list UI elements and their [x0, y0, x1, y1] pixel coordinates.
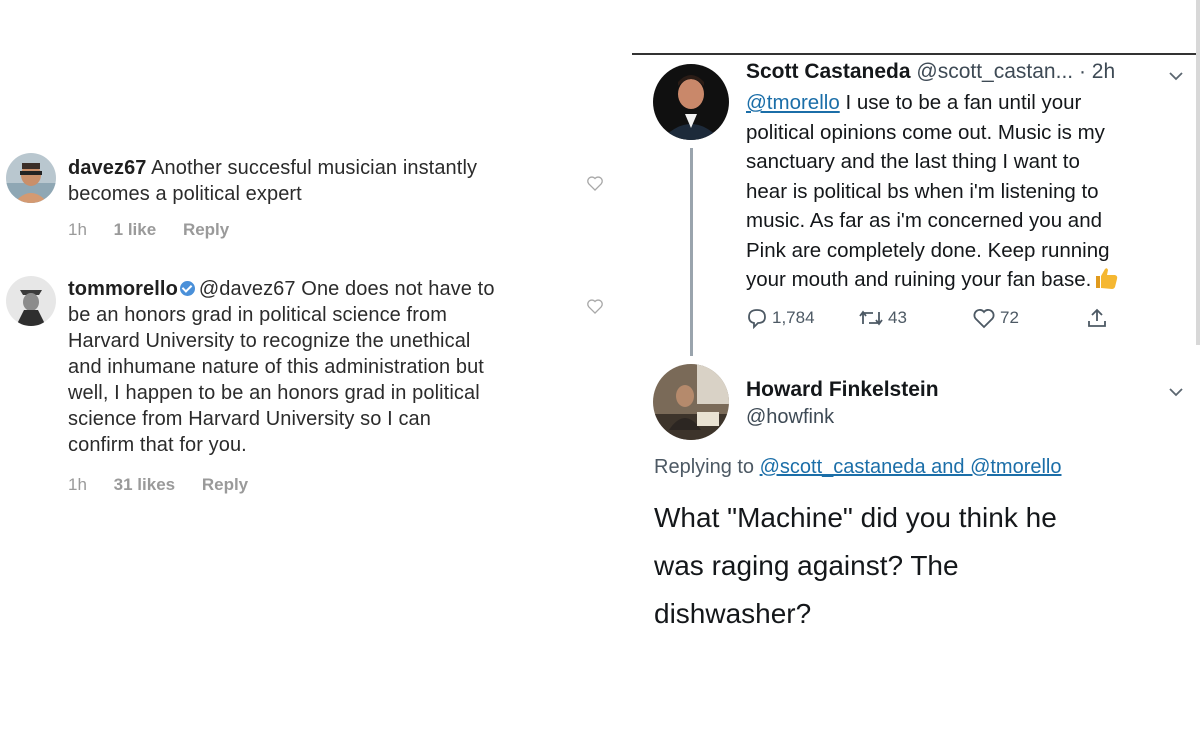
- chevron-down-icon[interactable]: [1168, 68, 1184, 84]
- reply-body: What "Machine" did you think he was ragi…: [654, 494, 1174, 638]
- reply-line: was raging against? The: [654, 550, 959, 581]
- share-action[interactable]: [1086, 307, 1112, 329]
- avatar-scott-castaneda-image: [653, 64, 729, 140]
- tweet-line: your mouth and ruining your fan base.: [746, 268, 1092, 291]
- reply-line: dishwasher?: [654, 598, 812, 629]
- tweet-line: I use to be a fan until your: [845, 91, 1082, 114]
- scrollbar-edge: [1196, 0, 1200, 345]
- comment-meta: 1h 1 like Reply: [68, 220, 251, 240]
- comment-line: Harvard University to recognize the unet…: [68, 330, 471, 352]
- share-icon: [1088, 308, 1106, 327]
- twitter-thread-panel: Scott Castaneda @scott_castan... · 2h @t…: [632, 0, 1200, 736]
- retweet-count: 43: [888, 308, 907, 327]
- tweet-line: hear is political bs when i'm listening …: [746, 179, 1099, 203]
- replying-to: Replying to @scott_castaneda and @tmorel…: [654, 456, 1062, 479]
- replying-to-prefix: Replying to: [654, 456, 755, 478]
- avatar-davez67[interactable]: [6, 153, 56, 203]
- comment-line: One does not have to: [301, 278, 495, 300]
- tweet-header: Scott Castaneda @scott_castan... · 2h: [746, 60, 1115, 84]
- comment-username[interactable]: davez67: [68, 157, 147, 179]
- comment-text: tommorello @davez67 One does not have to …: [68, 276, 495, 458]
- reply-icon: [748, 309, 766, 329]
- comment-likes-count[interactable]: 31 likes: [114, 475, 175, 494]
- tweet-line: sanctuary and the last thing I want to: [746, 150, 1080, 173]
- avatar-scott-castaneda[interactable]: [653, 64, 729, 140]
- avatar-tommorello[interactable]: [6, 276, 56, 326]
- tweet-author-name[interactable]: Scott Castaneda: [746, 60, 911, 83]
- tweet-body: @tmorello I use to be a fan until your p…: [746, 88, 1186, 295]
- comment-text: davez67 Another succesful musician insta…: [68, 155, 477, 207]
- reply-button[interactable]: Reply: [202, 475, 248, 494]
- comment-line: science from Harvard University so I can: [68, 408, 432, 430]
- retweet-icon: [859, 310, 883, 326]
- instagram-comments-panel: davez67 Another succesful musician insta…: [0, 0, 632, 736]
- avatar-howard-finkelstein[interactable]: [653, 364, 729, 440]
- reply-author-name[interactable]: Howard Finkelstein: [746, 378, 939, 402]
- comment-likes-count[interactable]: 1 like: [114, 220, 157, 239]
- comment-line: be an honors grad in political science f…: [68, 304, 447, 326]
- comment-mention[interactable]: @davez67: [199, 278, 296, 300]
- reply-count: 1,784: [772, 308, 815, 327]
- top-divider: [632, 53, 1200, 55]
- comment-line: becomes a political expert: [68, 183, 302, 205]
- tweet-mention[interactable]: @tmorello: [746, 91, 840, 114]
- tweet-line: political opinions come out. Music is my: [746, 120, 1105, 144]
- heart-outline-icon: [973, 309, 995, 329]
- comment-username[interactable]: tommorello: [68, 278, 178, 300]
- reply-action[interactable]: 1,784: [746, 307, 815, 329]
- heart-outline-icon[interactable]: [585, 173, 605, 193]
- comment-line: well, I happen to be an honors grad in p…: [68, 382, 480, 404]
- like-action[interactable]: 72: [972, 307, 1019, 329]
- chevron-down-icon[interactable]: [1168, 384, 1184, 400]
- thumbs-up-icon: [1096, 268, 1118, 289]
- tweet-line: Pink are completely done. Keep running: [746, 238, 1110, 262]
- like-count: 72: [1000, 308, 1019, 327]
- comment-line: confirm that for you.: [68, 434, 247, 456]
- avatar-davez67-image: [6, 153, 56, 203]
- thread-connector: [690, 148, 693, 356]
- tweet-time[interactable]: · 2h: [1079, 60, 1115, 83]
- reply-author-handle[interactable]: @howfink: [746, 406, 834, 429]
- comment-meta: 1h 31 likes Reply: [68, 475, 270, 495]
- replying-to-users[interactable]: @scott_castaneda and @tmorello: [760, 456, 1062, 478]
- tweet-actions: 1,784 43 72: [746, 307, 1126, 335]
- comment-time: 1h: [68, 220, 87, 239]
- comment-time: 1h: [68, 475, 87, 494]
- reply-line: What "Machine" did you think he: [654, 502, 1057, 533]
- tweet-author-handle[interactable]: @scott_castan...: [916, 60, 1073, 83]
- tweet-line: music. As far as i'm concerned you and: [746, 209, 1102, 232]
- comment-line: Another succesful musician instantly: [151, 157, 478, 179]
- retweet-action[interactable]: 43: [858, 307, 907, 329]
- avatar-tommorello-image: [6, 276, 56, 326]
- reply-button[interactable]: Reply: [183, 220, 229, 239]
- heart-outline-icon[interactable]: [585, 296, 605, 316]
- comment-line: and inhumane nature of this administrati…: [68, 356, 484, 378]
- avatar-howard-finkelstein-image: [653, 364, 729, 440]
- verified-badge-icon: [179, 281, 195, 296]
